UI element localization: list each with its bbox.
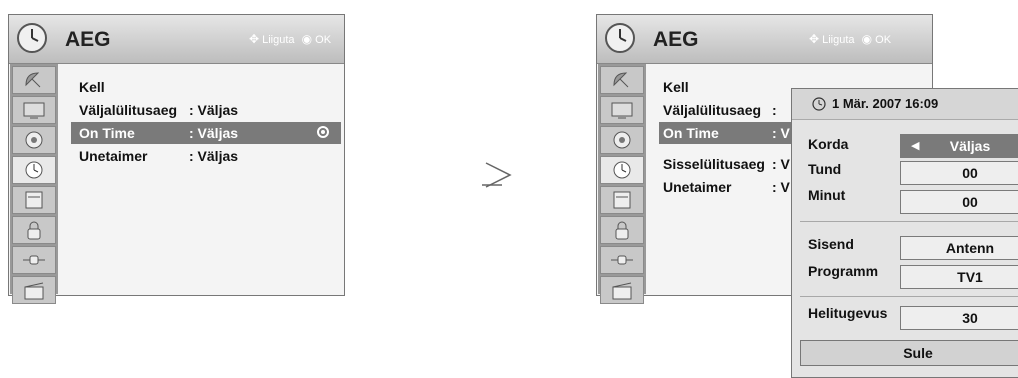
sidebar-item-setup[interactable] — [600, 66, 644, 94]
menu-title: AEG — [653, 28, 699, 51]
hint-ok-label: OK — [875, 34, 892, 46]
row-value: : V — [772, 179, 790, 195]
hint-move-label: Liiguta — [822, 34, 855, 46]
programme-field[interactable]: TV1 — [900, 265, 1018, 289]
left-menu-panel: AEG ✥ Liiguta ◉ OK Kell Väljalülitusaeg … — [8, 14, 345, 304]
row-label: Unetaimer — [79, 148, 148, 164]
input-label: Sisend — [808, 236, 854, 252]
clock-icon — [812, 97, 826, 111]
row-label: Sisselülitusaeg — [663, 156, 765, 172]
sidebar — [10, 64, 58, 304]
sidebar-item-audio[interactable] — [600, 126, 644, 154]
calendar-icon — [25, 191, 43, 209]
menu-header: AEG ✥ Liiguta ◉ OK — [597, 15, 932, 64]
sidebar-item-input[interactable] — [600, 246, 644, 274]
tv-screen-icon — [23, 102, 45, 119]
plug-icon — [611, 255, 633, 265]
clapperboard-icon — [24, 282, 44, 300]
close-button[interactable]: Sule — [800, 340, 1018, 366]
minute-field[interactable]: 00 — [900, 190, 1018, 214]
hint-move-label: Liiguta — [262, 34, 295, 46]
menu-header: AEG ✥ Liiguta ◉ OK — [9, 15, 344, 64]
divider — [800, 221, 1018, 222]
row-value: : Väljas — [189, 125, 239, 141]
volume-label: Helitugevus — [808, 305, 888, 321]
timer-icon — [613, 161, 631, 179]
row-label: Unetaimer — [663, 179, 732, 195]
calendar-icon — [613, 191, 631, 209]
hint-ok-label: OK — [315, 34, 332, 46]
menu-row-sleep-timer[interactable]: Unetaimer : Väljas — [71, 145, 341, 167]
ok-circle-icon: ◉ — [861, 32, 873, 46]
sidebar-item-time[interactable] — [12, 156, 56, 184]
programme-label: Programm — [808, 263, 879, 279]
repeat-value: Väljas — [949, 138, 991, 154]
current-datetime: 1 Mär. 2007 16:09 — [832, 96, 939, 111]
disc-icon — [613, 131, 631, 149]
row-value: : Väljas — [189, 148, 239, 164]
sidebar-item-input[interactable] — [12, 246, 56, 274]
sidebar-item-usb[interactable] — [600, 276, 644, 304]
row-label: Kell — [663, 79, 689, 95]
sidebar-item-picture[interactable] — [12, 96, 56, 124]
row-label: On Time — [79, 125, 135, 141]
input-field[interactable]: Antenn — [900, 236, 1018, 260]
row-label: Väljalülitusaeg — [663, 102, 762, 118]
menu-row-off-time[interactable]: Väljalülitusaeg : Väljas — [71, 99, 341, 121]
row-label: Väljalülitusaeg — [79, 102, 178, 118]
clapperboard-icon — [612, 282, 632, 300]
row-value: : V — [772, 125, 790, 141]
sidebar-item-option[interactable] — [600, 186, 644, 214]
volume-field[interactable]: 30 — [900, 306, 1018, 330]
clock-icon — [17, 23, 47, 53]
on-time-popup: 1 Mär. 2007 16:09 Korda ◀ Väljas ▶ Tund … — [791, 88, 1018, 378]
popup-datetime-bar: 1 Mär. 2007 16:09 — [792, 89, 1018, 120]
hour-field[interactable]: 00 — [900, 161, 1018, 185]
lock-icon — [27, 221, 41, 240]
clock-icon — [605, 23, 635, 53]
sidebar-item-lock[interactable] — [600, 216, 644, 244]
sidebar-item-option[interactable] — [12, 186, 56, 214]
nav-hint: ✥ Liiguta ◉ OK — [809, 32, 891, 46]
disc-icon — [25, 131, 43, 149]
sidebar — [598, 64, 646, 304]
nav-hint: ✥ Liiguta ◉ OK — [249, 32, 331, 46]
repeat-selector[interactable]: ◀ Väljas ▶ — [900, 134, 1018, 158]
menu-row-clock[interactable]: Kell — [71, 76, 341, 98]
row-value: : Väljas — [189, 102, 239, 118]
sidebar-item-lock[interactable] — [12, 216, 56, 244]
menu-row-on-time[interactable]: On Time : Väljas — [71, 122, 341, 144]
hour-label: Tund — [808, 161, 842, 177]
sidebar-item-audio[interactable] — [12, 126, 56, 154]
arrow-left-icon[interactable]: ◀ — [911, 135, 919, 157]
arrow-right-icon — [482, 162, 512, 188]
row-label: Kell — [79, 79, 105, 95]
plug-icon — [23, 255, 45, 265]
lock-icon — [615, 221, 629, 240]
row-value: : V — [772, 156, 790, 172]
tv-screen-icon — [611, 102, 633, 119]
sidebar-item-time[interactable] — [600, 156, 644, 184]
ok-circle-icon — [317, 126, 329, 138]
menu-title: AEG — [65, 28, 111, 51]
sidebar-item-usb[interactable] — [12, 276, 56, 304]
sidebar-item-picture[interactable] — [600, 96, 644, 124]
sidebar-item-setup[interactable] — [12, 66, 56, 94]
satellite-dish-icon — [25, 72, 41, 88]
row-value: : — [772, 102, 777, 118]
minute-label: Minut — [808, 187, 846, 203]
timer-icon — [25, 161, 43, 179]
ok-circle-icon: ◉ — [301, 32, 313, 46]
direction-pad-icon: ✥ — [809, 32, 820, 46]
repeat-label: Korda — [808, 136, 849, 152]
divider — [800, 296, 1018, 297]
row-label: On Time — [663, 125, 719, 141]
direction-pad-icon: ✥ — [249, 32, 260, 46]
satellite-dish-icon — [613, 72, 629, 88]
